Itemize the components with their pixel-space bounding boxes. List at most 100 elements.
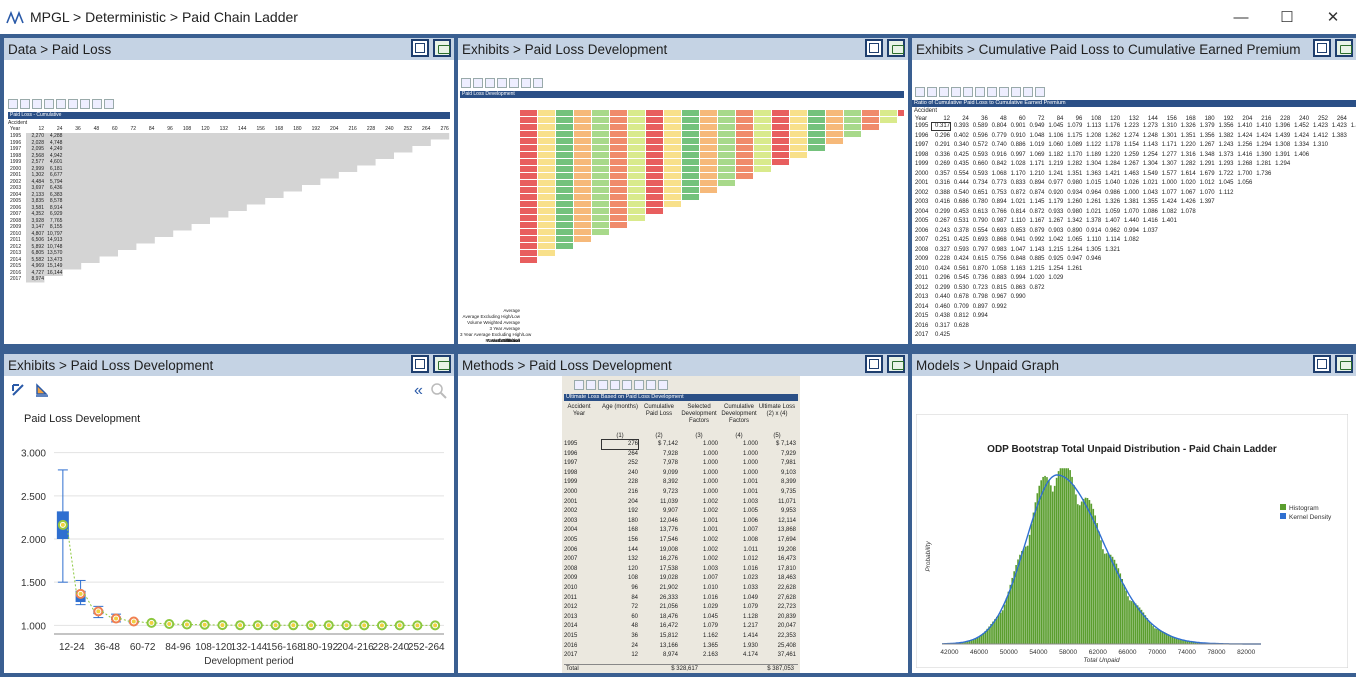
detach-panel-icon[interactable] xyxy=(433,39,451,57)
histogram-bar xyxy=(1040,480,1042,644)
view-icon[interactable] xyxy=(658,380,668,390)
x-tick-label: 70000 xyxy=(1148,649,1166,656)
undo-icon[interactable] xyxy=(485,78,495,88)
maximize-button[interactable]: ☐ xyxy=(1264,0,1310,34)
table-cell: 0.336 xyxy=(934,151,950,158)
cut-icon[interactable] xyxy=(574,380,584,390)
heatmap-cell xyxy=(610,166,627,172)
row-year: 2008 xyxy=(915,246,929,253)
filter-icon[interactable] xyxy=(509,78,519,88)
table-cell: 0.863 xyxy=(1010,284,1026,291)
close-button[interactable]: ✕ xyxy=(1310,0,1356,34)
undo-icon[interactable] xyxy=(610,380,620,390)
maximize-panel-icon[interactable] xyxy=(411,355,429,373)
selected-factor-dot xyxy=(309,623,314,628)
cut-icon[interactable] xyxy=(915,87,925,97)
table-cell: 18,476 xyxy=(659,613,678,620)
redo-icon[interactable] xyxy=(56,99,66,109)
add-icon[interactable] xyxy=(987,87,997,97)
detach-panel-icon[interactable] xyxy=(1335,39,1353,57)
heatmap-cell xyxy=(628,138,645,144)
table-cell: 1.086 xyxy=(1142,208,1158,215)
copy-icon[interactable] xyxy=(586,380,596,390)
function-icon[interactable] xyxy=(646,380,656,390)
heatmap-cell xyxy=(682,194,699,200)
column-header: 276 xyxy=(440,126,449,132)
panel-data-paid-loss: Data > Paid Loss Paid Loss - Cumulative … xyxy=(4,38,454,344)
edit-icon[interactable] xyxy=(999,87,1009,97)
table-cell: 180 xyxy=(627,517,638,524)
paste-icon[interactable] xyxy=(598,380,608,390)
cut-icon[interactable] xyxy=(461,78,471,88)
redo-icon[interactable] xyxy=(963,87,973,97)
detach-panel-icon[interactable] xyxy=(1335,355,1353,373)
maximize-panel-icon[interactable] xyxy=(1313,355,1331,373)
chart-style-icon[interactable] xyxy=(34,382,50,398)
row-year: 2004 xyxy=(915,208,929,215)
heatmap-cell xyxy=(556,215,573,221)
detach-panel-icon[interactable] xyxy=(887,39,905,57)
collapse-button[interactable]: « xyxy=(414,382,423,400)
histogram-bar xyxy=(1069,470,1071,644)
redo-icon[interactable] xyxy=(622,380,632,390)
table-cell: 1.016 xyxy=(742,565,758,572)
heatmap-cell xyxy=(538,236,555,242)
table-cell: 2008 xyxy=(564,565,578,572)
table-cell: 1.378 xyxy=(1086,218,1102,224)
copy-icon[interactable] xyxy=(927,87,937,97)
paste-icon[interactable] xyxy=(32,99,42,109)
histogram-bar xyxy=(1177,639,1179,644)
heatmap-cell xyxy=(574,166,591,172)
row-year: 2011 xyxy=(915,275,928,281)
view-icon[interactable] xyxy=(104,99,114,109)
filter-icon[interactable] xyxy=(1011,87,1021,97)
table-cell: 1.021 xyxy=(1142,180,1158,186)
undo-icon[interactable] xyxy=(951,87,961,97)
table-cell: 1.260 xyxy=(1067,199,1083,205)
heatmap-cell xyxy=(556,194,573,200)
table-cell: 0.994 xyxy=(1123,227,1139,234)
expand-corner-icon[interactable] xyxy=(10,382,26,398)
selected-factor-dot xyxy=(60,522,65,527)
function-icon[interactable] xyxy=(521,78,531,88)
heatmap-cell xyxy=(520,215,537,221)
sum-icon[interactable] xyxy=(497,78,507,88)
undo-icon[interactable] xyxy=(44,99,54,109)
table-icon[interactable] xyxy=(975,87,985,97)
maximize-panel-icon[interactable] xyxy=(411,39,429,57)
heatmap-cell xyxy=(574,208,591,214)
detach-panel-icon[interactable] xyxy=(887,355,905,373)
table-cell: 11,039 xyxy=(660,498,678,505)
search-icon[interactable] xyxy=(430,382,448,400)
detach-panel-icon[interactable] xyxy=(433,355,451,373)
view-icon[interactable] xyxy=(1035,87,1045,97)
table-cell: 1.440 xyxy=(1123,218,1139,224)
function-icon[interactable] xyxy=(1023,87,1033,97)
heatmap-cell xyxy=(700,173,717,179)
table-cell: 0.460 xyxy=(934,303,950,310)
table-cell: 0.425 xyxy=(934,332,950,338)
cut-icon[interactable] xyxy=(8,99,18,109)
table-cell: 1.261 xyxy=(1086,199,1102,205)
sum-icon[interactable] xyxy=(68,99,78,109)
view-icon[interactable] xyxy=(533,78,543,88)
heatmap-cell xyxy=(862,110,879,116)
table-cell: 1.002 xyxy=(702,546,718,553)
table-cell: 0.615 xyxy=(972,256,988,262)
heatmap-cell xyxy=(808,131,825,137)
minimize-button[interactable]: — xyxy=(1218,0,1264,34)
maximize-panel-icon[interactable] xyxy=(865,355,883,373)
chart-icon[interactable] xyxy=(634,380,644,390)
heatmap-cell xyxy=(700,180,717,186)
copy-icon[interactable] xyxy=(473,78,483,88)
copy-icon[interactable] xyxy=(20,99,30,109)
heatmap-cell xyxy=(646,180,663,186)
maximize-panel-icon[interactable] xyxy=(1313,39,1331,57)
maximize-panel-icon[interactable] xyxy=(865,39,883,57)
paste-icon[interactable] xyxy=(939,87,949,97)
filter-icon[interactable] xyxy=(80,99,90,109)
table-cell: 0.693 xyxy=(972,237,988,243)
histogram-bar xyxy=(999,612,1002,644)
chart-icon[interactable] xyxy=(92,99,102,109)
histogram-bar xyxy=(1131,601,1133,644)
